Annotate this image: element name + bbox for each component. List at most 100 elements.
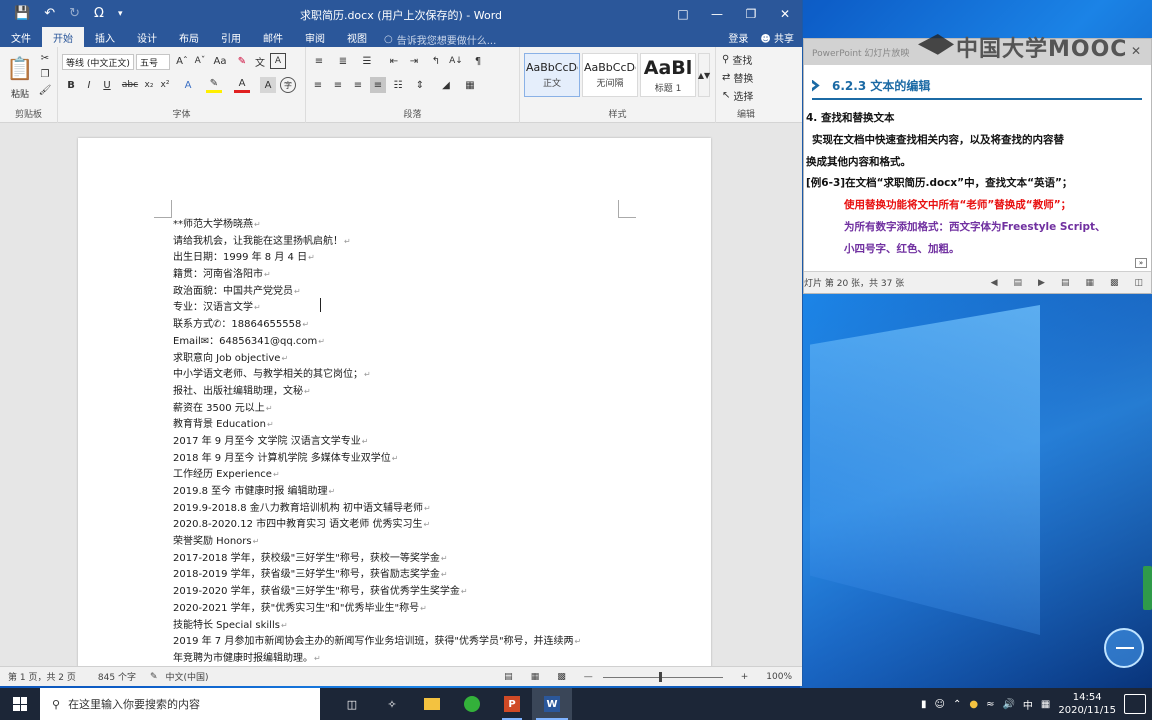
zoom-slider[interactable]: [602, 671, 723, 682]
share-button[interactable]: ☻ 共享: [760, 30, 794, 45]
redo-icon[interactable]: ↻: [69, 6, 80, 21]
tab-review[interactable]: 审阅: [294, 27, 336, 47]
chevron-up-icon[interactable]: ⌃: [953, 699, 961, 710]
align-left-icon[interactable]: ≡: [310, 77, 326, 93]
sorter-view-icon[interactable]: ▦: [1085, 278, 1094, 288]
show-marks-icon[interactable]: ¶: [470, 53, 486, 69]
document-line[interactable]: 籍贯：河南省洛阳市↵: [173, 267, 633, 284]
increase-indent-icon[interactable]: ⇥: [406, 53, 422, 69]
document-line[interactable]: 报社、出版社编辑助理，文秘↵: [173, 384, 633, 401]
tab-view[interactable]: 视图: [336, 27, 378, 47]
document-line[interactable]: 2017 年 9 月至今 文学院 汉语言文学专业↵: [173, 434, 633, 451]
reading-view-icon[interactable]: ▩: [1110, 278, 1119, 288]
web-layout-icon[interactable]: ▩: [557, 672, 566, 682]
style-no-spacing[interactable]: AaBbCcDc 无间隔: [582, 53, 638, 97]
char-shading-icon[interactable]: A: [260, 77, 276, 93]
justify-icon[interactable]: ≡: [370, 77, 386, 93]
close-button[interactable]: ✕: [768, 0, 802, 27]
word-taskbar-icon[interactable]: W: [532, 688, 572, 720]
replace-button[interactable]: ⇄ 替换: [722, 69, 753, 85]
document-line[interactable]: 2018 年 9 月至今 计算机学院 多媒体专业双学位↵: [173, 451, 633, 468]
subscript-icon[interactable]: x₂: [142, 77, 156, 93]
find-button[interactable]: ⚲ 查找: [722, 51, 752, 67]
maximize-button[interactable]: ❐: [734, 0, 768, 27]
bold-icon[interactable]: B: [64, 77, 78, 93]
document-page[interactable]: **师范大学杨晓燕↵ 请给我机会，让我能在这里扬帆启航！↵ 出生日期：1999 年 …: [78, 138, 711, 666]
document-line[interactable]: 工作经历 Experience↵: [173, 467, 633, 484]
document-line[interactable]: 2020-2021 学年，获"优秀实习生"和"优秀毕业生"称号↵: [173, 601, 633, 618]
powerpoint-taskbar-icon[interactable]: P: [492, 688, 532, 720]
format-painter-icon[interactable]: 🖌: [38, 83, 52, 97]
chinese-layout-icon[interactable]: ↰: [428, 53, 444, 69]
prev-slide-icon[interactable]: ◀: [991, 278, 998, 288]
tab-design[interactable]: 设计: [126, 27, 168, 47]
document-line[interactable]: Email✉：64856341@qq.com↵: [173, 334, 633, 351]
highlight-icon[interactable]: ✎: [206, 77, 222, 93]
shrink-font-icon[interactable]: Aˇ: [192, 53, 208, 69]
document-line[interactable]: 2019 年 7 月参加市新闻协会主办的新闻写作业务培训班，获得"优秀学员"称号…: [173, 634, 633, 651]
style-normal[interactable]: AaBbCcDc 正文: [524, 53, 580, 97]
normal-view-icon[interactable]: ▤: [1061, 278, 1070, 288]
line-spacing-icon[interactable]: ⇕: [412, 77, 428, 93]
notification-icon[interactable]: [1124, 694, 1146, 714]
document-canvas[interactable]: **师范大学杨晓燕↵ 请给我机会，让我能在这里扬帆启航！↵ 出生日期：1999 年 …: [0, 123, 802, 666]
undo-icon[interactable]: ↶: [44, 6, 55, 21]
document-line[interactable]: 中小学语文老师、与教学相关的其它岗位；↵: [173, 367, 633, 384]
decrease-indent-icon[interactable]: ⇤: [386, 53, 402, 69]
enclose-char-icon[interactable]: 字: [280, 77, 296, 93]
word-count[interactable]: 845 个字: [98, 670, 136, 683]
start-button[interactable]: [0, 688, 40, 720]
tab-references[interactable]: 引用: [210, 27, 252, 47]
task-view-icon[interactable]: ◫: [332, 688, 372, 720]
document-line[interactable]: 年竞聘为市健康时报编辑助理。↵: [173, 651, 633, 666]
bullets-icon[interactable]: ≡: [310, 53, 328, 69]
document-line[interactable]: 请给我机会，让我能在这里扬帆启航！↵: [173, 234, 633, 251]
next-slide-icon[interactable]: ▶: [1038, 278, 1045, 288]
sort-icon[interactable]: A↓: [448, 53, 464, 69]
language[interactable]: 中文(中国): [166, 670, 209, 683]
align-center-icon[interactable]: ≡: [330, 77, 346, 93]
assistive-ball-icon[interactable]: [1104, 628, 1144, 668]
borders-icon[interactable]: ▦: [462, 77, 478, 93]
document-line[interactable]: 教育背景 Education↵: [173, 417, 633, 434]
numbering-icon[interactable]: ≣: [334, 53, 352, 69]
battery-icon[interactable]: ▮: [921, 699, 927, 710]
proofing-icon[interactable]: ✎: [150, 672, 158, 682]
style-heading1[interactable]: AaBl 标题 1: [640, 53, 696, 97]
document-line[interactable]: 2019.8 至今 市健康时报 编辑助理↵: [173, 484, 633, 501]
font-color-icon[interactable]: A: [234, 77, 250, 93]
tab-home[interactable]: 开始: [42, 27, 84, 47]
document-line[interactable]: 薪资在 3500 元以上↵: [173, 401, 633, 418]
person-icon[interactable]: ☺: [935, 699, 945, 710]
ribbon-display-icon[interactable]: □: [666, 0, 700, 27]
document-text[interactable]: **师范大学杨晓燕↵ 请给我机会，让我能在这里扬帆启航！↵ 出生日期：1999 年 …: [173, 217, 633, 666]
underline-icon[interactable]: U: [100, 77, 114, 93]
side-panel-handle[interactable]: [1143, 566, 1152, 610]
superscript-icon[interactable]: x²: [158, 77, 172, 93]
document-line[interactable]: 2020.8-2020.12 市四中教育实习 语文老师 优秀实习生↵: [173, 517, 633, 534]
zoom-out-button[interactable]: —: [584, 672, 593, 682]
clock[interactable]: 14:54 2020/11/15: [1058, 691, 1116, 717]
document-line[interactable]: 联系方式✆：18864655558↵: [173, 317, 633, 334]
page-count[interactable]: 第 1 页，共 2 页: [8, 670, 76, 683]
font-size-combo[interactable]: 五号: [136, 54, 170, 70]
ppt-close-icon[interactable]: ✕: [1131, 44, 1141, 58]
shading-icon[interactable]: ◢: [438, 77, 454, 93]
login-link[interactable]: 登录: [728, 30, 748, 45]
file-explorer-icon[interactable]: [412, 688, 452, 720]
save-icon[interactable]: 💾: [14, 6, 30, 21]
italic-icon[interactable]: I: [82, 77, 96, 93]
document-line[interactable]: 2018-2019 学年，获省级"三好学生"称号，获省励志奖学金↵: [173, 567, 633, 584]
taskbar-search[interactable]: ⚲ 在这里输入你要搜索的内容: [40, 688, 320, 720]
font-name-combo[interactable]: 等线 (中文正文): [62, 54, 134, 70]
multilevel-list-icon[interactable]: ☰: [358, 53, 376, 69]
clear-format-icon[interactable]: ✎: [234, 53, 250, 69]
document-line[interactable]: 2017-2018 学年，获校级"三好学生"称号，获校一等奖学金↵: [173, 551, 633, 568]
document-line[interactable]: 出生日期：1999 年 8 月 4 日↵: [173, 250, 633, 267]
document-line[interactable]: 专业：汉语言文学↵: [173, 300, 633, 317]
tab-file[interactable]: 文件: [0, 27, 42, 47]
char-border-icon[interactable]: A: [270, 53, 286, 69]
tray-app-icon[interactable]: ●: [969, 699, 978, 710]
minimize-button[interactable]: —: [700, 0, 734, 27]
document-line[interactable]: 求职意向 Job objective↵: [173, 351, 633, 368]
